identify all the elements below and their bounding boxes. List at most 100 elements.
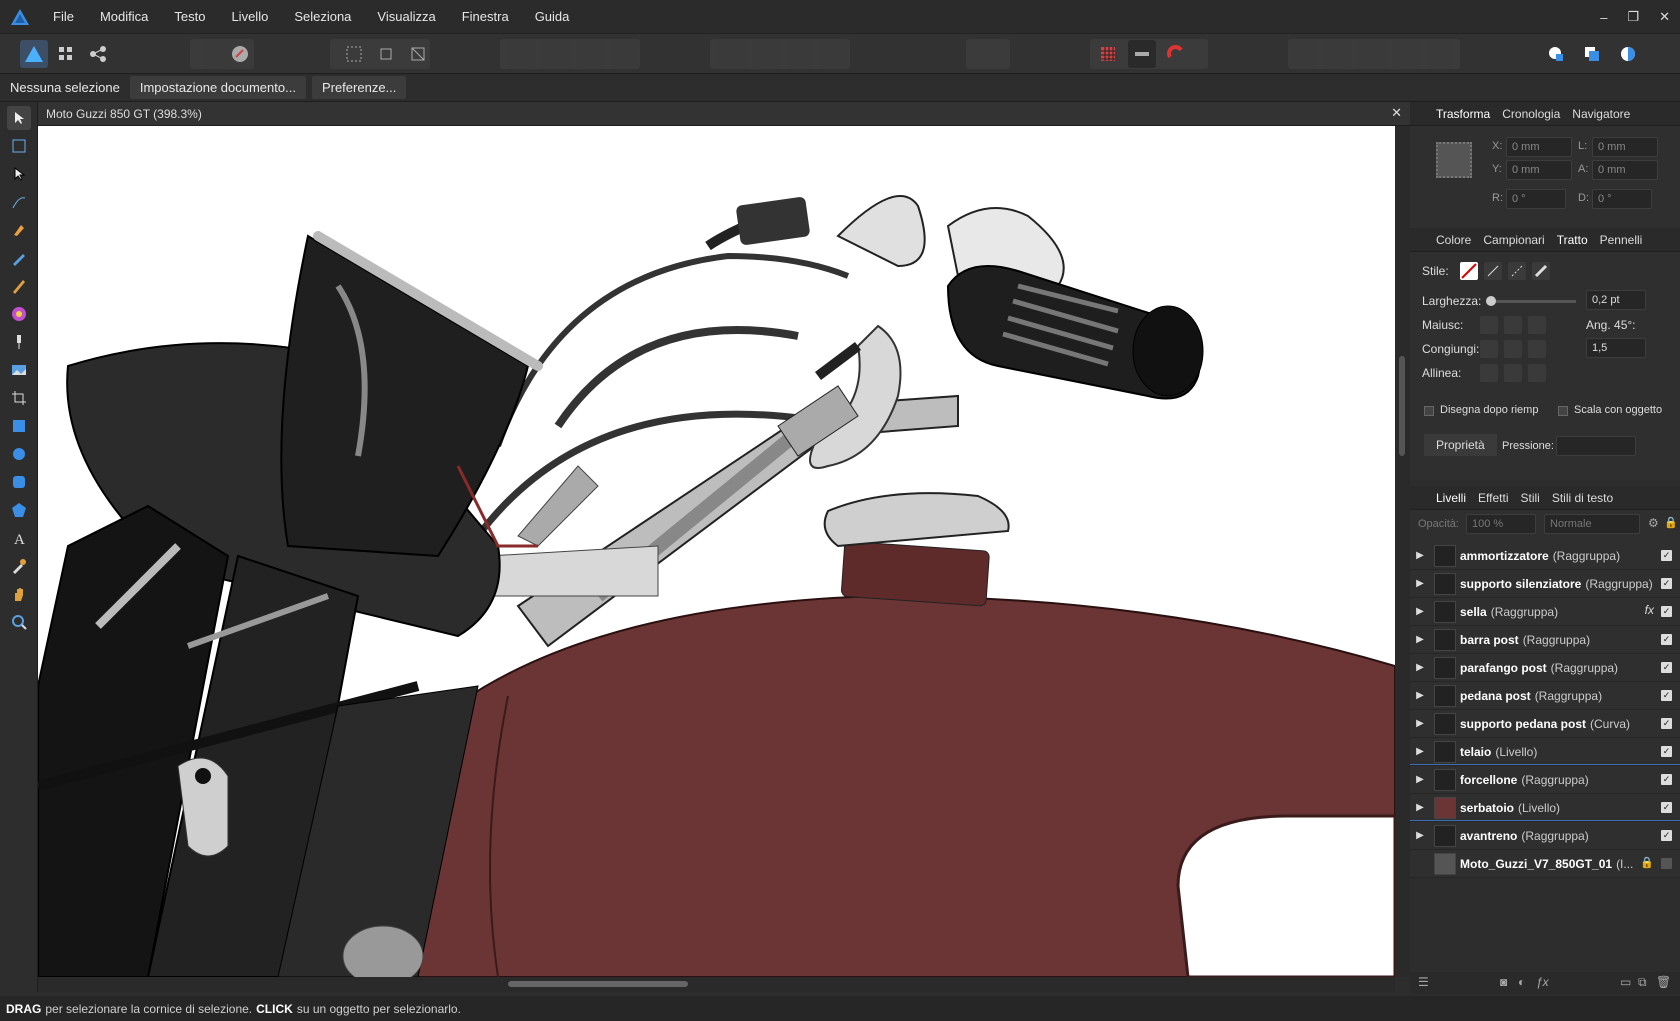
tab-pennelli[interactable]: Pennelli <box>1600 233 1643 247</box>
vector-brush-tool-icon[interactable] <box>7 274 31 298</box>
tab-tratto[interactable]: Tratto <box>1557 233 1588 247</box>
snap-geometry-icon[interactable] <box>404 40 432 68</box>
properties-button[interactable]: Proprietà <box>1424 434 1497 456</box>
scale-with-object-checkbox[interactable] <box>1558 406 1568 416</box>
expand-arrow-icon[interactable]: ▶ <box>1410 690 1430 701</box>
align-outside-icon[interactable] <box>1528 364 1546 382</box>
color-picker-tool-icon[interactable] <box>7 554 31 578</box>
dashed-line-icon[interactable] <box>1508 262 1526 280</box>
mask-icon[interactable]: ◙ <box>1500 975 1507 989</box>
delete-layer-icon[interactable]: 🗑 <box>1656 975 1671 989</box>
view-mode-icon[interactable] <box>1614 40 1642 68</box>
width-value-field[interactable]: 0,2 pt <box>1586 290 1646 310</box>
layer-visibility-checkbox[interactable]: ✓ <box>1661 690 1672 701</box>
menu-guida[interactable]: Guida <box>522 0 583 34</box>
adjustment-icon[interactable]: ◐ <box>1518 975 1525 989</box>
layer-lock-icon[interactable]: 🔒 <box>1664 516 1678 529</box>
x-field[interactable]: 0 mm <box>1506 137 1572 157</box>
menu-modifica[interactable]: Modifica <box>87 0 161 34</box>
arrange-icon[interactable] <box>1578 40 1606 68</box>
layer-visibility-checkbox[interactable]: ✓ <box>1661 634 1672 645</box>
height-field[interactable]: 0 mm <box>1592 160 1658 180</box>
fx-icon[interactable]: ƒx <box>1536 975 1549 989</box>
boolean-subtract-icon[interactable] <box>1324 40 1352 68</box>
document-tab[interactable]: Moto Guzzi 850 GT (398.3%) ✕ <box>38 102 1410 126</box>
expand-arrow-icon[interactable]: ▶ <box>1410 550 1430 561</box>
flip-vertical-icon[interactable] <box>752 40 780 68</box>
menu-visualizza[interactable]: Visualizza <box>364 0 448 34</box>
show-grid-icon[interactable] <box>1094 40 1122 68</box>
expand-arrow-icon[interactable]: ▶ <box>1410 774 1430 785</box>
expand-arrow-icon[interactable]: ▶ <box>1410 662 1430 673</box>
snapping-manager-icon[interactable] <box>1128 40 1156 68</box>
rotation-field[interactable]: 0 ° <box>1506 189 1566 209</box>
layer-settings-gear-icon[interactable]: ⚙ <box>1648 516 1659 530</box>
layer-locked-icon[interactable]: 🔒 <box>1640 856 1654 869</box>
pencil-tool-icon[interactable] <box>7 246 31 270</box>
boolean-xor-icon[interactable] <box>1392 40 1420 68</box>
designer-persona-icon[interactable] <box>20 40 48 68</box>
vertical-scroll-thumb[interactable] <box>1399 356 1405 456</box>
assistant-icon[interactable] <box>226 40 254 68</box>
snap-to-grid-icon[interactable] <box>340 40 368 68</box>
export-persona-icon[interactable] <box>84 40 112 68</box>
document-canvas[interactable] <box>38 126 1395 977</box>
layer-row[interactable]: ▶ forcellone (Raggruppa) ✓ <box>1410 766 1680 794</box>
menu-testo[interactable]: Testo <box>161 0 218 34</box>
place-image-tool-icon[interactable] <box>7 358 31 382</box>
layer-visibility-checkbox[interactable]: ✓ <box>1661 578 1672 589</box>
width-slider-knob[interactable] <box>1486 296 1496 306</box>
tab-colore[interactable]: Colore <box>1436 233 1471 247</box>
fill-tool-icon[interactable] <box>7 302 31 326</box>
layer-visibility-checkbox[interactable]: ✓ <box>1661 746 1672 757</box>
layer-visibility-checkbox[interactable] <box>1661 858 1672 869</box>
rounded-rectangle-tool-icon[interactable] <box>7 470 31 494</box>
round-join-icon[interactable] <box>1504 340 1522 358</box>
layer-visibility-checkbox[interactable]: ✓ <box>1661 662 1672 673</box>
layers-options-icon[interactable]: ☰ <box>1418 975 1429 989</box>
layer-row[interactable]: ▶ telaio (Livello) ✓ <box>1410 738 1680 766</box>
expand-arrow-icon[interactable]: ▶ <box>1410 634 1430 645</box>
crop-tool-icon[interactable] <box>7 386 31 410</box>
layer-row[interactable]: ▶ barra post (Raggruppa) ✓ <box>1410 626 1680 654</box>
bevel-join-icon[interactable] <box>1528 340 1546 358</box>
rectangle-tool-icon[interactable] <box>7 414 31 438</box>
align-inside-icon[interactable] <box>1480 364 1498 382</box>
vertical-scrollbar[interactable] <box>1395 126 1410 977</box>
hand-tool-icon[interactable] <box>7 582 31 606</box>
text-tool-icon[interactable]: A <box>7 526 31 550</box>
miter-join-icon[interactable] <box>1480 340 1498 358</box>
butt-cap-icon[interactable] <box>1480 316 1498 334</box>
tab-cronologia[interactable]: Cronologia <box>1502 107 1560 121</box>
rotate-right-icon[interactable] <box>820 40 848 68</box>
tab-navigatore[interactable]: Navigatore <box>1572 107 1630 121</box>
anchor-point-selector[interactable] <box>1436 142 1472 178</box>
node-tool-icon[interactable] <box>7 162 31 186</box>
expand-arrow-icon[interactable]: ▶ <box>1410 606 1430 617</box>
pressure-graph[interactable] <box>1556 436 1636 456</box>
y-field[interactable]: 0 mm <box>1506 160 1572 180</box>
opacity-field[interactable]: 100 % <box>1466 514 1536 534</box>
tab-campionari[interactable]: Campionari <box>1483 233 1544 247</box>
transparency-tool-icon[interactable] <box>7 330 31 354</box>
layer-visibility-checkbox[interactable]: ✓ <box>1661 774 1672 785</box>
tab-stili[interactable]: Stili <box>1520 491 1539 505</box>
miter-value-field[interactable]: 1,5 <box>1586 338 1646 358</box>
layer-visibility-checkbox[interactable]: ✓ <box>1661 606 1672 617</box>
menu-seleziona[interactable]: Seleziona <box>281 0 364 34</box>
maximize-button[interactable]: ❐ <box>1627 9 1639 25</box>
tab-effetti[interactable]: Effetti <box>1478 491 1508 505</box>
layer-visibility-checkbox[interactable]: ✓ <box>1661 718 1672 729</box>
menu-file[interactable]: File <box>40 0 87 34</box>
boolean-divide-icon[interactable] <box>1426 40 1454 68</box>
layer-row[interactable]: ▶ ammortizzatore (Raggruppa) ✓ <box>1410 542 1680 570</box>
close-document-icon[interactable]: ✕ <box>1391 105 1402 121</box>
layer-row[interactable]: ▶ serbatoio (Livello) ✓ <box>1410 794 1680 822</box>
layer-row[interactable]: ▶ avantreno (Raggruppa) ✓ <box>1410 822 1680 850</box>
tab-trasforma[interactable]: Trasforma <box>1436 107 1490 121</box>
move-tool-icon[interactable] <box>7 106 31 130</box>
boolean-add-icon[interactable] <box>1290 40 1318 68</box>
minimize-button[interactable]: – <box>1600 10 1607 25</box>
point-transform-tool-icon[interactable] <box>7 190 31 214</box>
snapping-magnet-icon[interactable] <box>1162 40 1190 68</box>
